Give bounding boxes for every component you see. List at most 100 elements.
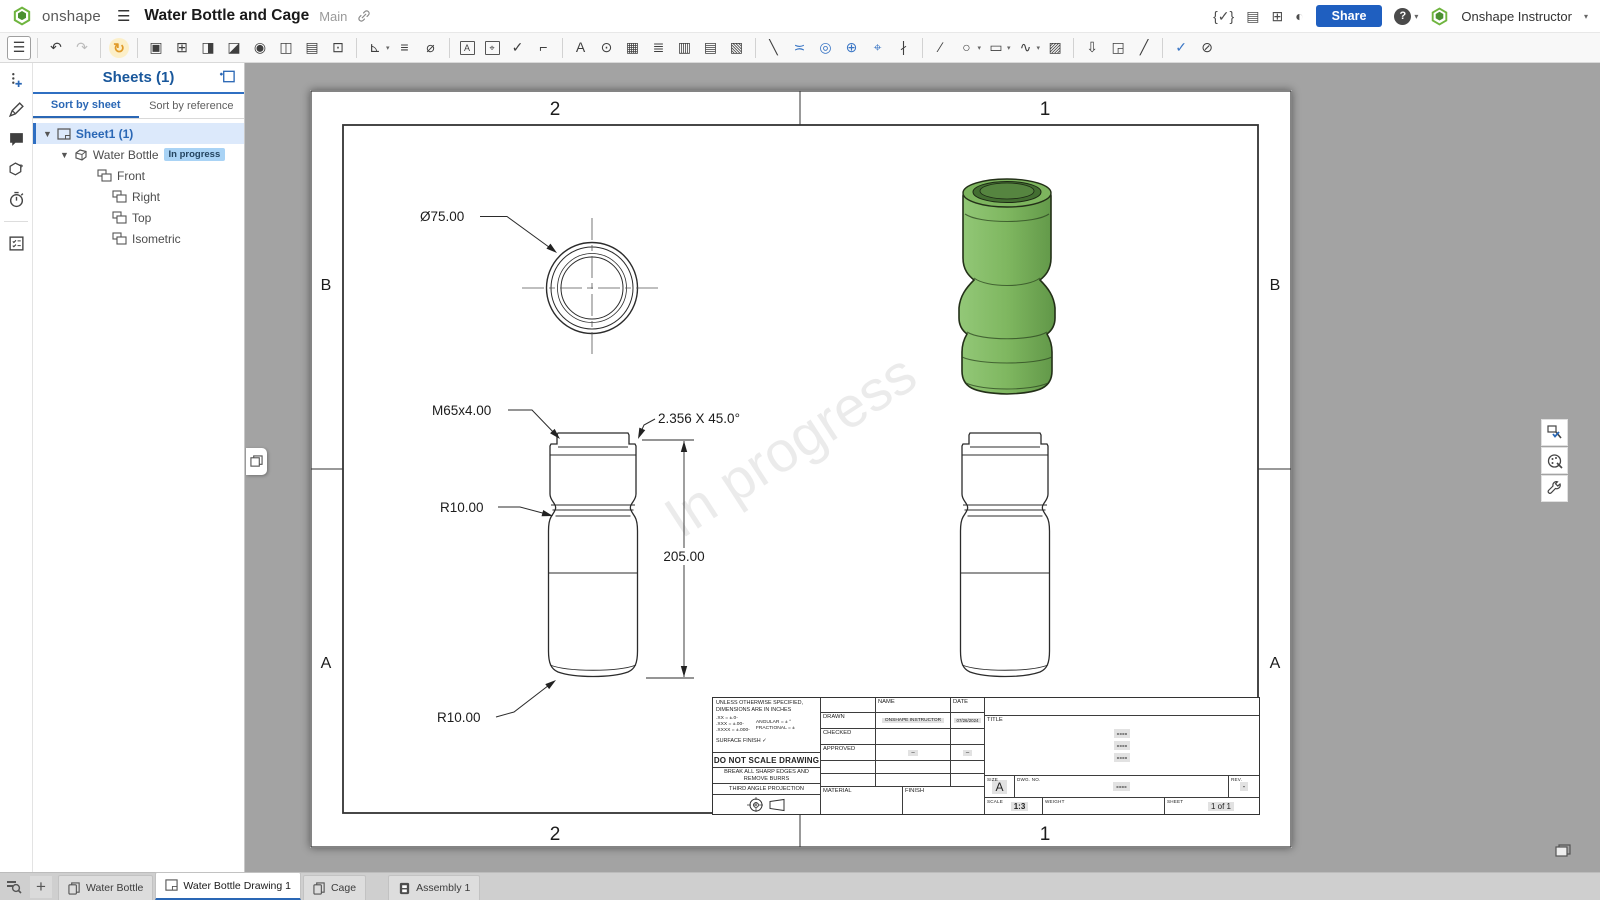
approved-name-placeholder[interactable]: – xyxy=(908,749,918,756)
top-view[interactable] xyxy=(522,218,662,358)
right-view[interactable] xyxy=(959,432,1051,678)
help-menu[interactable]: ? ▾ xyxy=(1394,7,1418,25)
dwg-no-value[interactable]: ---- xyxy=(1113,782,1130,791)
tab-water-bottle-drawing-1[interactable]: Water Bottle Drawing 1 xyxy=(155,872,301,900)
tree-row-top-view[interactable]: Top xyxy=(33,207,244,228)
sketch-rectangle-icon[interactable]: ▭ xyxy=(984,36,1008,60)
markup-pen-icon[interactable] xyxy=(8,101,25,118)
auxiliary-view-icon[interactable]: ◨ xyxy=(196,36,220,60)
dimension-frame-icon[interactable]: A xyxy=(459,40,475,55)
sketch-circle-icon-caret[interactable]: ▾ xyxy=(978,44,982,52)
dimension-bottom-radius[interactable]: R10.00 xyxy=(437,677,558,725)
title-value-line1[interactable]: ---- xyxy=(1113,729,1131,738)
dimension-icon-caret[interactable]: ▾ xyxy=(386,44,390,52)
circular-centermark-icon[interactable]: ◎ xyxy=(814,36,838,60)
detail-view-icon[interactable]: ◉ xyxy=(248,36,272,60)
section-view-icon[interactable]: ◪ xyxy=(222,36,246,60)
centermark-icon[interactable]: ⊕ xyxy=(840,36,864,60)
tab-sort-by-sheet[interactable]: Sort by sheet xyxy=(33,94,139,118)
center-target-icon[interactable]: ⌖ xyxy=(866,36,890,60)
surface-finish-symbol-icon[interactable]: ✓ xyxy=(506,36,530,60)
material-cell[interactable]: MATERIAL xyxy=(821,787,903,814)
note-icon[interactable]: A xyxy=(569,36,593,60)
approved-date-placeholder[interactable]: – xyxy=(962,749,973,756)
scale-value[interactable]: 1:3 xyxy=(1010,801,1029,811)
approved-date-cell[interactable]: – xyxy=(951,745,985,761)
isometric-view[interactable] xyxy=(958,178,1056,395)
dimension-check-button[interactable] xyxy=(1541,419,1568,446)
drawn-name-cell[interactable]: ONSHAPE INSTRUCTOR xyxy=(876,713,951,729)
broken-view-icon[interactable]: ◫ xyxy=(274,36,298,60)
chevron-down-icon[interactable]: ▼ xyxy=(60,150,69,160)
checked-name-cell[interactable] xyxy=(876,729,951,745)
rev-value[interactable]: - xyxy=(1239,782,1249,791)
dimension-icon[interactable]: ⊾ xyxy=(363,36,387,60)
dimension-chamfer[interactable]: 2.356 X 45.0° xyxy=(635,411,740,441)
add-tab-button[interactable]: + xyxy=(30,875,52,898)
centerline-icon[interactable]: ≍ xyxy=(788,36,812,60)
callout-icon[interactable]: ╲ xyxy=(762,36,786,60)
finish-cell[interactable]: FINISH xyxy=(903,787,985,814)
measure-icon[interactable]: ⊘ xyxy=(1195,36,1219,60)
verify-dimensions-icon[interactable]: ✓ xyxy=(1169,36,1193,60)
custom-tables-icon[interactable] xyxy=(8,235,25,252)
export-dxf-icon[interactable]: ⇩ xyxy=(1080,36,1104,60)
link-icon[interactable] xyxy=(357,9,371,23)
crop-view-icon[interactable]: ⊡ xyxy=(326,36,350,60)
diameter-dimension-icon[interactable]: ⌀ xyxy=(419,36,443,60)
checked-date-cell[interactable] xyxy=(951,729,985,745)
add-sheet-icon[interactable] xyxy=(219,69,236,84)
history-icon[interactable] xyxy=(8,191,25,208)
geometric-tolerance-icon[interactable]: ⌖ xyxy=(484,40,500,55)
tab-assembly-1[interactable]: Assembly 1 xyxy=(388,875,481,900)
table-icon[interactable]: ▦ xyxy=(621,36,645,60)
onshape-logo-icon[interactable] xyxy=(12,6,32,26)
drawing-tools-button[interactable] xyxy=(1541,475,1568,502)
tab-cage[interactable]: Cage xyxy=(302,875,367,900)
insert-view-icon[interactable]: ▣ xyxy=(144,36,168,60)
drawn-name-value[interactable]: ONSHAPE INSTRUCTOR xyxy=(881,718,945,723)
balloon-icon[interactable]: ⊙ xyxy=(595,36,619,60)
projected-view-icon[interactable]: ⊞ xyxy=(170,36,194,60)
panel-collapse-handle[interactable] xyxy=(246,448,267,475)
break-out-section-icon[interactable]: ▤ xyxy=(300,36,324,60)
ordinate-dimension-icon[interactable]: ≡ xyxy=(393,36,417,60)
user-name[interactable]: Onshape Instructor xyxy=(1461,9,1572,24)
sketch-line-icon[interactable]: ∕ xyxy=(929,36,953,60)
drawing-sheet[interactable]: In progress 2 1 2 1 B A B A Ø75.00 M65x4… xyxy=(310,90,1292,848)
tangent-line-icon[interactable]: ∤ xyxy=(892,36,916,60)
user-avatar-logo-icon[interactable] xyxy=(1430,6,1449,26)
hole-table-icon[interactable]: ▥ xyxy=(673,36,697,60)
comments-icon[interactable] xyxy=(8,131,25,148)
insert-image-icon[interactable]: ◲ xyxy=(1106,36,1130,60)
title-cell[interactable]: TITLE ---- ---- ---- xyxy=(985,716,1259,776)
sketch-rectangle-icon-caret[interactable]: ▾ xyxy=(1007,44,1011,52)
workspace-label[interactable]: Main xyxy=(319,9,347,24)
drawing-canvas[interactable]: In progress 2 1 2 1 B A B A Ø75.00 M65x4… xyxy=(245,63,1600,872)
theme-icon[interactable]: ◐ xyxy=(1295,8,1303,24)
sheets-panel-toggle-icon[interactable]: ☰ xyxy=(7,35,31,60)
sketch-circle-icon[interactable]: ○ xyxy=(955,36,979,60)
scale-cell[interactable]: SCALE 1:3 xyxy=(985,798,1043,814)
approved-name-cell[interactable]: – xyxy=(876,745,951,761)
redo-icon[interactable]: ↷ xyxy=(70,36,94,60)
update-views-icon[interactable]: ↻ xyxy=(109,37,129,58)
appearance-button[interactable] xyxy=(1541,447,1568,474)
app-store-icon[interactable]: ⊞ xyxy=(1271,8,1283,25)
drawn-date-value[interactable]: 07/26/2024 xyxy=(953,718,982,723)
hatch-icon[interactable]: ▨ xyxy=(1043,36,1067,60)
weld-symbol-icon[interactable]: ⌐ xyxy=(532,36,556,60)
title-value-line3[interactable]: ---- xyxy=(1113,753,1131,762)
tab-sort-by-reference[interactable]: Sort by reference xyxy=(139,94,245,118)
title-value-line2[interactable]: ---- xyxy=(1113,741,1131,750)
dimension-waist-radius[interactable]: R10.00 xyxy=(440,500,554,520)
tree-row-isometric-view[interactable]: Isometric xyxy=(33,228,244,249)
undo-icon[interactable]: ↶ xyxy=(44,36,68,60)
sheet-overview-button[interactable] xyxy=(1554,843,1572,864)
user-caret-icon[interactable]: ▾ xyxy=(1584,12,1588,21)
tree-row-water-bottle[interactable]: ▼ Water Bottle In progress xyxy=(33,144,244,165)
sketch-spline-icon[interactable]: ∿ xyxy=(1014,36,1038,60)
revision-table-icon[interactable]: ▤ xyxy=(699,36,723,60)
size-cell[interactable]: SIZE A xyxy=(985,776,1015,798)
tree-row-sheet1[interactable]: ▼ Sheet1 (1) xyxy=(33,123,244,144)
